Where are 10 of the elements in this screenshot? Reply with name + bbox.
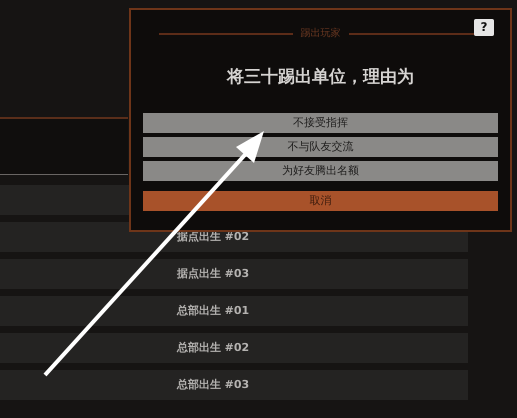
spawn-row[interactable]: 据点出生 #03 [0,259,468,289]
reason-button[interactable]: 不与队友交流 [143,136,498,156]
spawn-row[interactable]: 总部出生 #01 [0,296,468,326]
spawn-row[interactable]: 总部出生 #03 [0,370,468,400]
reason-button[interactable]: 不接受指挥 [143,112,498,132]
dialog-title: 将三十踢出单位，理由为 [227,66,414,89]
help-button[interactable]: ? [474,19,494,36]
spawn-row[interactable]: 总部出生 #02 [0,333,468,363]
reason-button[interactable]: 为好友腾出名额 [143,160,498,180]
dialog-heading: 踢出玩家 [300,26,340,41]
